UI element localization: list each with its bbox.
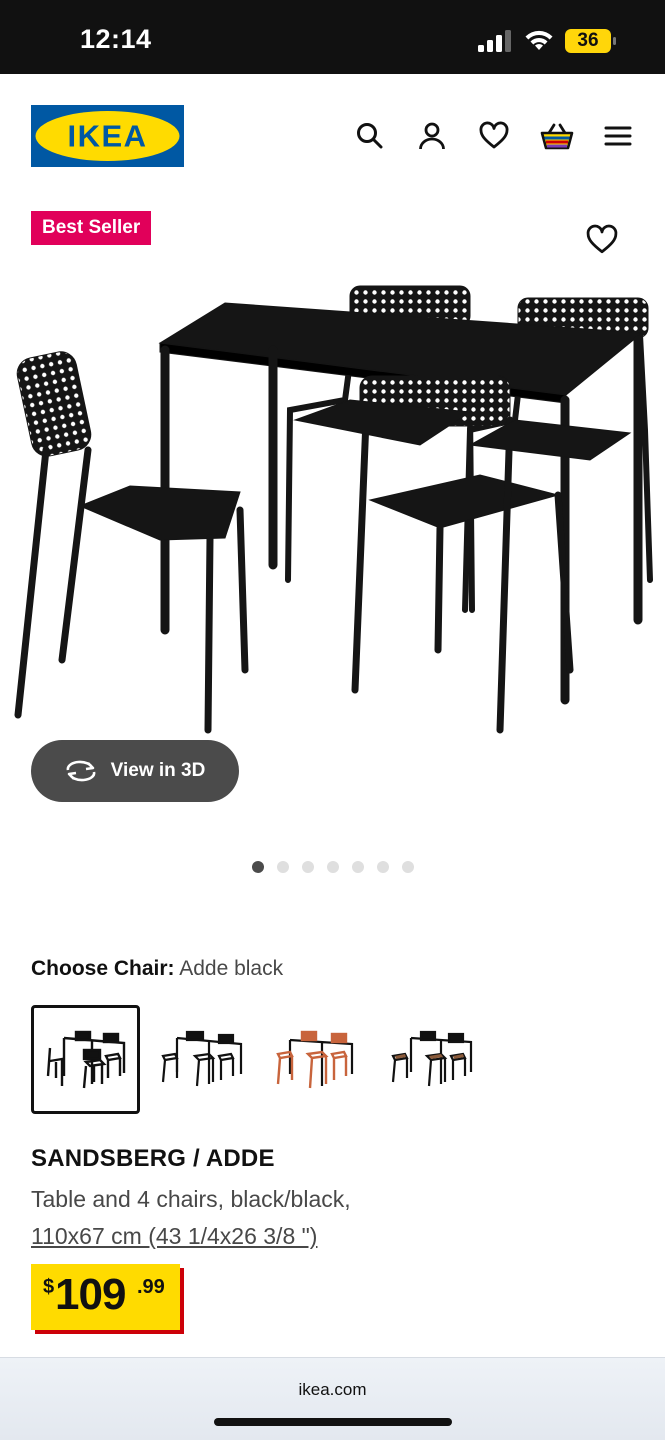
chair-option-2[interactable] [146,1005,255,1114]
basket-icon[interactable] [540,121,574,151]
browser-url-bar[interactable]: ikea.com [0,1357,665,1440]
price-tag: $ 109 .99 [31,1264,180,1330]
chair-option-3[interactable] [261,1005,370,1114]
search-icon[interactable] [355,121,385,151]
chair-option-image [160,1030,242,1086]
price-integer: 109 [55,1270,126,1319]
best-seller-badge: Best Seller [31,211,152,245]
product-description-text: Table and 4 chairs, black/black, [31,1186,351,1212]
ikea-logo[interactable]: IKEA [31,105,184,167]
url-text[interactable]: ikea.com [0,1380,665,1400]
price-currency: $ [43,1276,55,1298]
product-page: 12:14 36 IKEA Best Seller View in 3D Cho… [0,0,665,1440]
account-icon[interactable] [417,121,447,151]
chair-option-4[interactable] [376,1005,485,1114]
home-indicator[interactable] [214,1418,452,1426]
rotate-3d-icon [66,760,96,782]
gallery-dot-5[interactable] [352,861,364,873]
status-time: 12:14 [80,24,152,54]
view-in-3d-button[interactable]: View in 3D [31,740,239,802]
chair-option-image [275,1030,353,1088]
product-description: Table and 4 chairs, black/black, 110x67 … [31,1181,351,1255]
price-decimal: .99 [137,1276,165,1298]
chair-option-adde-black[interactable] [31,1005,140,1114]
view-in-3d-label: View in 3D [110,760,206,781]
chair-option-image [390,1030,472,1086]
chair-options [31,1005,485,1114]
cellular-signal-icon [478,30,511,52]
battery-level: 36 [577,30,599,51]
gallery-dot-4[interactable] [327,861,339,873]
site-header: IKEA [0,74,665,194]
choose-chair-label: Choose Chair: Adde black [31,957,283,981]
battery-indicator: 36 [565,29,617,53]
gallery-dot-6[interactable] [377,861,389,873]
choose-chair-value: Adde black [179,957,284,980]
chair-option-image [46,1030,125,1088]
gallery-dot-2[interactable] [277,861,289,873]
gallery-pagination [252,861,414,873]
choose-chair-title: Choose Chair: [31,957,175,980]
svg-text:IKEA: IKEA [67,119,147,154]
gallery-dot-7[interactable] [402,861,414,873]
gallery-dot-1[interactable] [252,861,264,873]
menu-icon[interactable] [603,121,633,151]
status-bar: 12:14 36 [0,0,665,74]
product-name: SANDSBERG / ADDE [31,1145,275,1172]
product-size-link[interactable]: 110x67 cm (43 1/4x26 3/8 ") [31,1218,351,1255]
gallery-dot-3[interactable] [302,861,314,873]
add-to-favourites-heart-icon[interactable] [586,224,618,256]
product-image[interactable] [10,270,660,740]
wifi-icon [525,30,553,50]
heart-icon[interactable] [479,121,509,151]
